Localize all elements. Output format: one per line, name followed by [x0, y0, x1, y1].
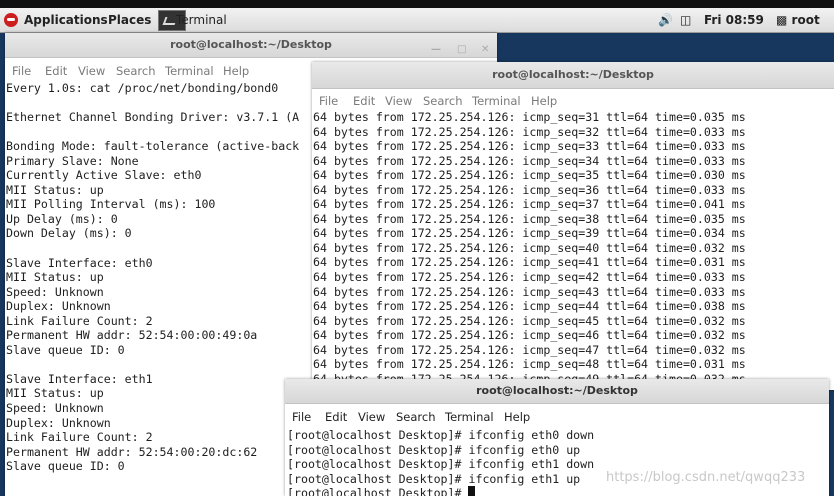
menu-help[interactable]: Help	[531, 94, 557, 108]
terminal-line: Down Delay (ms): 0	[6, 226, 132, 241]
menu-file[interactable]: File	[12, 64, 31, 78]
terminal-line: 64 bytes from 172.25.254.126: icmp_seq=3…	[313, 182, 746, 197]
terminal-line: Currently Active Slave: eth0	[6, 168, 202, 183]
window-titlebar[interactable]: root@localhost:~/Desktop — □ ✕	[5, 33, 497, 58]
window-titlebar[interactable]: root@localhost:~/Desktop	[285, 379, 829, 404]
window-title: root@localhost:~/Desktop	[170, 38, 332, 51]
terminal-line: 64 bytes from 172.25.254.126: icmp_seq=3…	[313, 197, 746, 212]
menu-edit[interactable]: Edit	[325, 410, 347, 424]
terminal-line: MII Status: up	[6, 386, 104, 401]
terminal-line: 64 bytes from 172.25.254.126: icmp_seq=3…	[313, 110, 746, 124]
terminal-line: 64 bytes from 172.25.254.126: icmp_seq=4…	[313, 299, 746, 314]
network-icon[interactable]: ◫	[680, 13, 691, 27]
terminal-line: Slave queue ID: 0	[6, 342, 125, 357]
terminal-line: 64 bytes from 172.25.254.126: icmp_seq=4…	[313, 255, 746, 270]
terminal-window-ping[interactable]: root@localhost:~/Desktop File Edit View …	[312, 62, 834, 390]
window-menubar: File Edit View Search Terminal Help	[312, 92, 834, 110]
terminal-line: 64 bytes from 172.25.254.126: icmp_seq=4…	[313, 313, 746, 328]
terminal-line: Speed: Unknown	[6, 284, 104, 299]
redhat-logo-icon	[4, 13, 18, 27]
terminal-line: Every 1.0s: cat /proc/net/bonding/bond0	[6, 81, 279, 95]
terminal-line: 64 bytes from 172.25.254.126: icmp_seq=3…	[313, 139, 746, 154]
terminal-line: Permanent HW addr: 52:54:00:20:dc:62	[6, 444, 258, 459]
terminal-line: [root@localhost Desktop]# ifconfig eth1 …	[287, 471, 581, 486]
terminal-line: 64 bytes from 172.25.254.126: icmp_seq=3…	[313, 168, 746, 183]
window-title: root@localhost:~/Desktop	[492, 68, 654, 81]
terminal-line: Duplex: Unknown	[6, 299, 111, 314]
terminal-line: Link Failure Count: 2	[6, 313, 153, 328]
terminal-line: Bonding Mode: fault-tolerance (active-ba…	[6, 139, 300, 154]
taskbar-terminal-button[interactable]: Terminal	[158, 10, 228, 31]
places-menu[interactable]: Places	[108, 13, 151, 27]
terminal-line: 64 bytes from 172.25.254.126: icmp_seq=4…	[313, 270, 746, 285]
terminal-line: Ethernet Channel Bonding Driver: v3.7.1 …	[6, 110, 300, 125]
user-name: root	[791, 13, 820, 27]
speaker-icon[interactable]: 🔊	[658, 13, 673, 27]
menu-help[interactable]: Help	[223, 64, 249, 78]
menu-search[interactable]: Search	[116, 64, 156, 78]
terminal-line: Duplex: Unknown	[6, 415, 111, 430]
terminal-line: Primary Slave: None	[6, 153, 139, 168]
terminal-output[interactable]: 64 bytes from 172.25.254.126: icmp_seq=3…	[313, 110, 746, 386]
top-panel: Applications Places Terminal 🔊 ◫ Fri 08:…	[0, 8, 834, 33]
terminal-line: [root@localhost Desktop]# ifconfig eth0 …	[287, 428, 595, 442]
terminal-line: 64 bytes from 172.25.254.126: icmp_seq=4…	[313, 357, 746, 372]
menu-terminal[interactable]: Terminal	[472, 94, 521, 108]
terminal-line: Slave queue ID: 0	[6, 459, 125, 474]
menu-view[interactable]: View	[358, 410, 385, 424]
window-titlebar[interactable]: root@localhost:~/Desktop	[312, 62, 834, 89]
terminal-line: 64 bytes from 172.25.254.126: icmp_seq=4…	[313, 240, 746, 255]
taskbar-terminal-label: Terminal	[176, 13, 227, 27]
maximize-icon[interactable]: □	[457, 38, 466, 62]
menu-view[interactable]: View	[78, 64, 105, 78]
terminal-line: 64 bytes from 172.25.254.126: icmp_seq=4…	[313, 328, 746, 343]
terminal-output[interactable]: Every 1.0s: cat /proc/net/bonding/bond0 …	[6, 81, 299, 474]
menu-edit[interactable]: Edit	[353, 94, 375, 108]
terminal-line: 64 bytes from 172.25.254.126: icmp_seq=3…	[313, 153, 746, 168]
watermark: https://blog.csdn.net/qwqq233	[606, 470, 806, 485]
applications-menu[interactable]: Applications	[24, 13, 108, 27]
user-icon: ▩	[776, 13, 788, 27]
terminal-line: [root@localhost Desktop]# ifconfig eth1 …	[287, 457, 595, 472]
terminal-output[interactable]: [root@localhost Desktop]# ifconfig eth0 …	[287, 428, 594, 496]
terminal-line: 64 bytes from 172.25.254.126: icmp_seq=3…	[313, 124, 746, 139]
text-cursor	[468, 486, 476, 496]
terminal-line: MII Status: up	[6, 182, 104, 197]
terminal-line: MII Polling Interval (ms): 100	[6, 197, 216, 212]
terminal-line: Slave Interface: eth1	[6, 371, 153, 386]
menu-search[interactable]: Search	[423, 94, 463, 108]
terminal-line: MII Status: up	[6, 270, 104, 285]
terminal-line: Permanent HW addr: 52:54:00:00:49:0a	[6, 328, 258, 343]
terminal-line: 64 bytes from 172.25.254.126: icmp_seq=4…	[313, 342, 746, 357]
menu-file[interactable]: File	[292, 410, 311, 424]
menu-terminal[interactable]: Terminal	[445, 410, 494, 424]
menu-search[interactable]: Search	[396, 410, 436, 424]
terminal-line: Up Delay (ms): 0	[6, 211, 118, 226]
terminal-line: Link Failure Count: 2	[6, 430, 153, 445]
terminal-line: [root@localhost Desktop]# ifconfig eth0 …	[287, 442, 581, 457]
desktop-top-strip	[0, 0, 834, 8]
terminal-line: Slave Interface: eth0	[6, 255, 153, 270]
window-title: root@localhost:~/Desktop	[476, 384, 638, 397]
window-menubar: File Edit View Search Terminal Help	[285, 408, 829, 426]
menu-view[interactable]: View	[385, 94, 412, 108]
terminal-line: Speed: Unknown	[6, 401, 104, 416]
terminal-line: 64 bytes from 172.25.254.126: icmp_seq=4…	[313, 284, 746, 299]
close-icon[interactable]: ✕	[481, 38, 489, 62]
user-menu[interactable]: ▩ root	[776, 13, 820, 27]
menu-terminal[interactable]: Terminal	[165, 64, 214, 78]
terminal-prompt: [root@localhost Desktop]#	[287, 486, 469, 496]
menu-file[interactable]: File	[319, 94, 338, 108]
menu-help[interactable]: Help	[504, 410, 530, 424]
terminal-line: 64 bytes from 172.25.254.126: icmp_seq=3…	[313, 211, 746, 226]
menu-edit[interactable]: Edit	[45, 64, 67, 78]
minimize-icon[interactable]: —	[431, 38, 441, 62]
terminal-line: 64 bytes from 172.25.254.126: icmp_seq=3…	[313, 226, 746, 241]
clock[interactable]: Fri 08:59	[704, 13, 764, 27]
